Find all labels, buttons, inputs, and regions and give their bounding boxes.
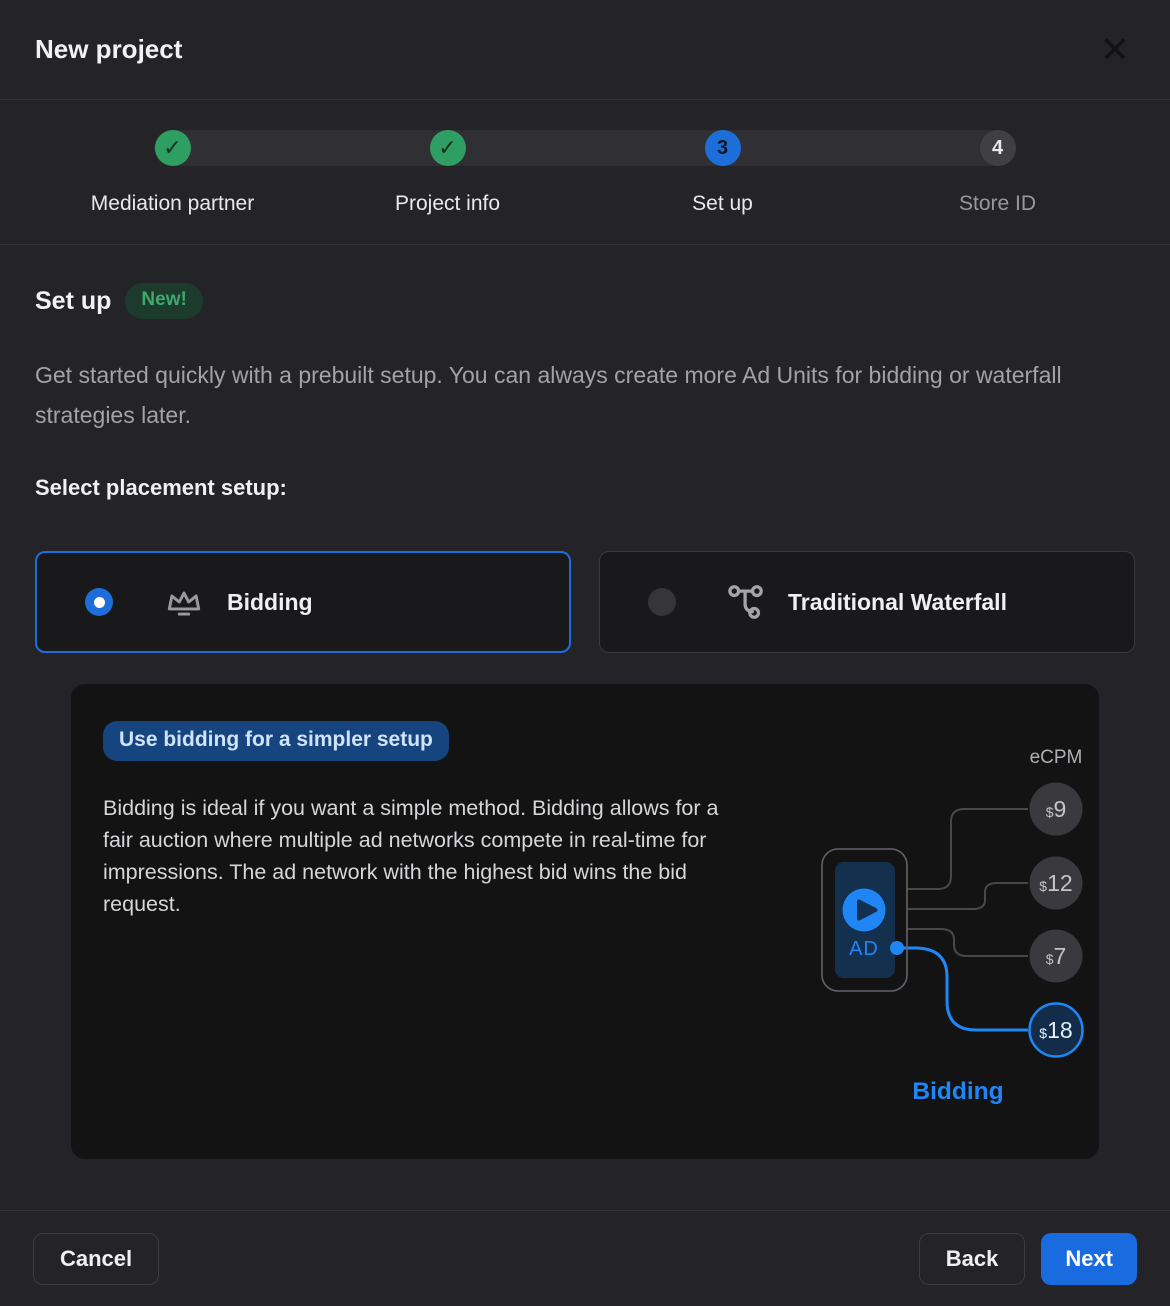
phone-ad-icon: AD	[822, 849, 907, 991]
option-label: Bidding	[227, 589, 313, 616]
option-label: Traditional Waterfall	[788, 589, 1007, 616]
modal-header: New project ✕	[0, 0, 1170, 100]
section-heading: Set up	[35, 287, 111, 316]
placement-setup-label: Select placement setup:	[35, 475, 1135, 501]
next-button[interactable]: Next	[1041, 1233, 1137, 1285]
bid-circle: $12	[1030, 857, 1083, 910]
bidding-illustration: eCPM AD	[795, 729, 1155, 1119]
step-project-info[interactable]: ✓ Project info	[310, 100, 585, 244]
panel-description: Bidding is ideal if you want a simple me…	[103, 792, 728, 920]
radio-traditional-waterfall[interactable]	[648, 588, 676, 616]
new-badge: New!	[125, 283, 202, 319]
modal-body: Set up New! Get started quickly with a p…	[0, 283, 1170, 1159]
waterfall-branch-icon	[726, 583, 766, 621]
step-label: Project info	[395, 192, 500, 216]
modal-title: New project	[35, 34, 182, 65]
modal-footer: Cancel Back Next	[0, 1210, 1170, 1306]
close-icon[interactable]: ✕	[1095, 30, 1135, 70]
step-label: Mediation partner	[91, 192, 254, 216]
bid-circle-winner: $18	[1030, 1004, 1083, 1057]
crown-icon	[163, 583, 205, 621]
step-set-up[interactable]: 3 Set up	[585, 100, 860, 244]
back-button[interactable]: Back	[919, 1233, 1026, 1285]
winning-bid-line	[901, 948, 1028, 1030]
step-check-icon: ✓	[430, 130, 466, 166]
option-card-traditional-waterfall[interactable]: Traditional Waterfall	[599, 551, 1135, 653]
section-description: Get started quickly with a prebuilt setu…	[35, 355, 1130, 435]
illustration-caption: Bidding	[912, 1078, 1003, 1105]
wizard-stepper: ✓ Mediation partner ✓ Project info 3 Set…	[0, 100, 1170, 245]
option-card-bidding[interactable]: Bidding	[35, 551, 571, 653]
radio-bidding[interactable]	[85, 588, 113, 616]
step-number: 3	[705, 130, 741, 166]
step-check-icon: ✓	[155, 130, 191, 166]
step-number: 4	[980, 130, 1016, 166]
bid-circle: $7	[1030, 930, 1083, 983]
bidding-info-panel: Use bidding for a simpler setup Bidding …	[71, 684, 1099, 1159]
connector-lines	[907, 809, 1028, 956]
cancel-button[interactable]: Cancel	[33, 1233, 159, 1285]
bid-circle: $9	[1030, 783, 1083, 836]
step-label: Set up	[692, 192, 753, 216]
panel-badge: Use bidding for a simpler setup	[103, 721, 449, 761]
ecpm-label: eCPM	[1030, 747, 1083, 768]
step-label: Store ID	[959, 192, 1036, 216]
step-store-id[interactable]: 4 Store ID	[860, 100, 1135, 244]
placement-options: Bidding Traditional Waterfall	[35, 551, 1135, 653]
ad-label: AD	[849, 938, 879, 960]
new-project-modal: New project ✕ ✓ Mediation partner ✓ Proj…	[0, 0, 1170, 1306]
bid-origin-dot	[890, 941, 904, 955]
step-mediation-partner[interactable]: ✓ Mediation partner	[35, 100, 310, 244]
